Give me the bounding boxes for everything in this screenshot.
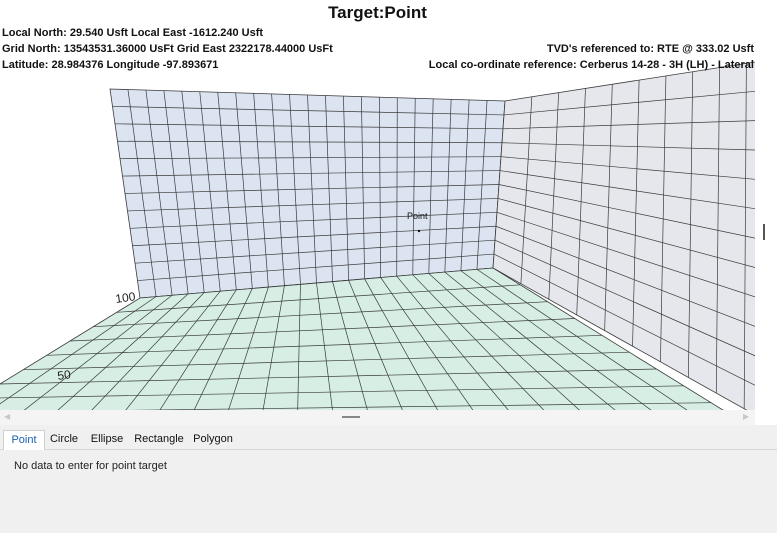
axis-tick-100: 100 <box>114 289 136 306</box>
point-target-message: No data to enter for point target <box>14 460 167 472</box>
axis-tick-50: 50 <box>56 367 71 383</box>
target-point-marker <box>417 229 421 233</box>
scroll-right-icon[interactable]: ▶ <box>743 412 749 421</box>
local-north-east-text: Local North: 29.540 Usft Local East -161… <box>2 27 264 39</box>
scroll-left-icon[interactable]: ◀ <box>4 412 10 421</box>
horizontal-scrollbar[interactable]: ◀ ▶ <box>0 410 755 425</box>
plot-panel[interactable]: Point 100 50 Target:Point Local North: 2… <box>0 0 755 410</box>
grid-north-east-text: Grid North: 13543531.36000 UsFt Grid Eas… <box>2 43 333 55</box>
local-reference-text: Local co-ordinate reference: Cerberus 14… <box>428 59 754 71</box>
tab-polygon[interactable]: Polygon <box>191 430 235 448</box>
back-wall-surface <box>109 88 506 299</box>
tab-circle[interactable]: Circle <box>46 430 82 448</box>
tab-point[interactable]: Point <box>3 430 45 450</box>
lat-long-text: Latitude: 28.984376 Longitude -97.893671 <box>2 59 219 71</box>
tab-rectangle[interactable]: Rectangle <box>131 430 187 448</box>
vertical-scrollbar[interactable] <box>755 0 777 425</box>
target-point-label: Point <box>407 211 428 221</box>
tab-content-panel: No data to enter for point target <box>0 450 777 533</box>
grip-lines-icon[interactable] <box>342 416 360 418</box>
back-wall <box>109 88 506 299</box>
plot-title: Target:Point <box>328 3 427 22</box>
vertical-scroll-thumb[interactable] <box>763 224 765 240</box>
target-type-tabs: Point Circle Ellipse Rectangle Polygon <box>0 430 777 450</box>
tvd-reference-text: TVD's referenced to: RTE @ 333.02 Usft <box>546 43 754 55</box>
tab-ellipse[interactable]: Ellipse <box>87 430 127 448</box>
